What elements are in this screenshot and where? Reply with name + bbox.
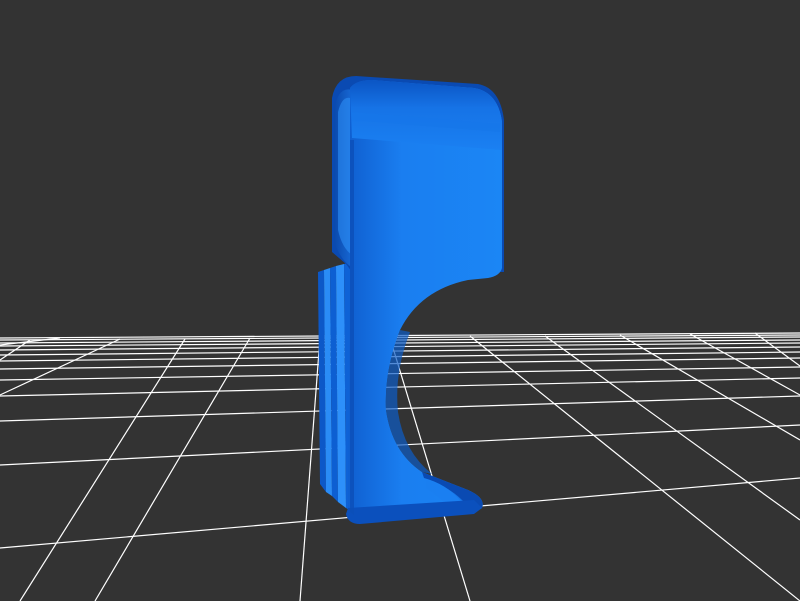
model-side-ribs (318, 262, 352, 512)
3d-viewport[interactable] (0, 0, 800, 601)
3d-scene-canvas[interactable] (0, 0, 800, 601)
3d-model-clip[interactable] (318, 76, 504, 524)
